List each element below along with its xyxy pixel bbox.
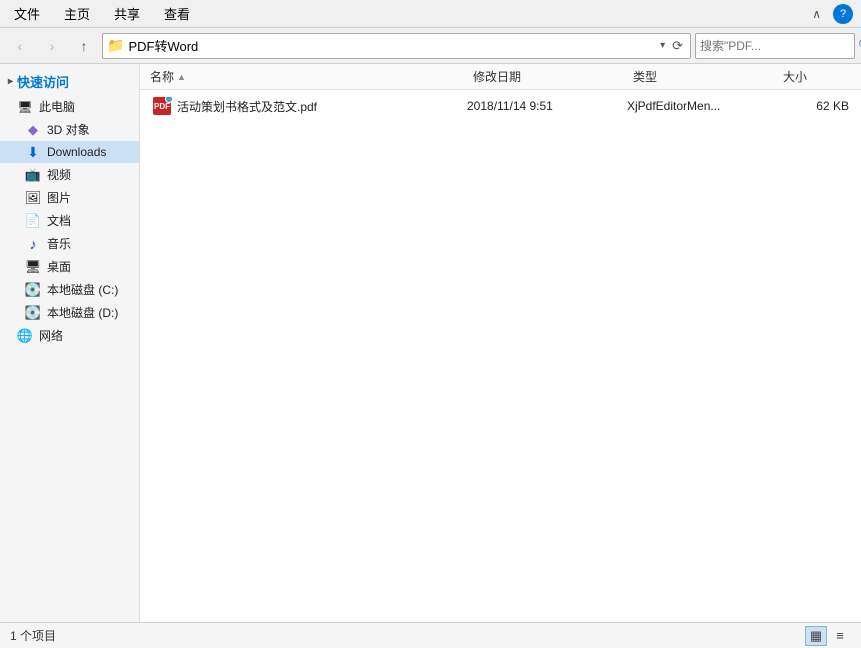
address-refresh-button[interactable]: ⟳: [669, 38, 686, 54]
file-size-cell: 62 KB: [777, 99, 857, 113]
column-headers: 名称 ▲ 修改日期 类型 大小: [140, 64, 861, 90]
file-name: 活动策划书格式及范文.pdf: [177, 98, 317, 115]
3d-icon: ◆: [24, 122, 42, 138]
file-date-cell: 2018/11/14 9:51: [467, 99, 627, 113]
col-header-type[interactable]: 类型: [627, 68, 777, 85]
quick-access-label: 快速访问: [17, 72, 69, 91]
menu-view[interactable]: 查看: [158, 2, 196, 25]
pictures-icon: 🖼: [24, 190, 42, 206]
sidebar-item-documents[interactable]: 📄 文档: [0, 209, 139, 232]
col-size-label: 大小: [783, 68, 807, 85]
music-icon: ♪: [24, 236, 42, 252]
address-dropdown-button[interactable]: ▾: [660, 40, 665, 51]
menu-bar: 文件 主页 共享 查看 ∧ ?: [0, 0, 861, 28]
sidebar-item-downloads[interactable]: ⬇ Downloads: [0, 141, 139, 163]
menu-file[interactable]: 文件: [8, 2, 46, 25]
sidebar-label-documents: 文档: [47, 212, 71, 229]
sort-arrow-name: ▲: [177, 72, 186, 82]
video-icon: 📺: [24, 167, 42, 183]
menu-home[interactable]: 主页: [58, 2, 96, 25]
sidebar-item-pictures[interactable]: 🖼 图片: [0, 186, 139, 209]
docs-icon: 📄: [24, 213, 42, 229]
address-input[interactable]: [128, 38, 656, 53]
sidebar-label-this-pc: 此电脑: [39, 98, 75, 115]
sidebar-item-videos[interactable]: 📺 视频: [0, 163, 139, 186]
address-bar[interactable]: 📁 ▾ ⟳: [102, 33, 691, 59]
desktop-icon: 🖥: [24, 259, 42, 275]
col-name-label: 名称: [150, 68, 174, 85]
col-header-size[interactable]: 大小: [777, 68, 857, 85]
forward-icon: ›: [50, 38, 55, 54]
sidebar-label-drive-d: 本地磁盘 (D:): [47, 304, 118, 321]
status-item-count: 1 个项目: [10, 627, 56, 644]
drive-c-icon: 💽: [24, 282, 42, 298]
view-detail-button[interactable]: ≡: [829, 626, 851, 646]
col-date-label: 修改日期: [473, 68, 521, 85]
downloads-icon: ⬇: [24, 144, 42, 160]
search-bar[interactable]: 🔍: [695, 33, 855, 59]
sidebar-item-drive-c[interactable]: 💽 本地磁盘 (C:): [0, 278, 139, 301]
pc-icon: 🖥: [16, 99, 34, 115]
file-date: 2018/11/14 9:51: [467, 99, 553, 113]
file-size: 62 KB: [816, 99, 849, 113]
view-buttons: ▦ ≡: [805, 626, 851, 646]
status-bar: 1 个项目 ▦ ≡: [0, 622, 861, 648]
sidebar-label-pictures: 图片: [47, 189, 71, 206]
sidebar-label-drive-c: 本地磁盘 (C:): [47, 281, 118, 298]
sidebar-item-this-pc[interactable]: 🖥 此电脑: [0, 95, 139, 118]
sidebar-label-desktop: 桌面: [47, 258, 71, 275]
col-header-name[interactable]: 名称 ▲: [144, 68, 467, 85]
sidebar-label-3d: 3D 对象: [47, 121, 90, 138]
table-row[interactable]: PDF 活动策划书格式及范文.pdf 2018/11/14 9:51 XjPdf…: [140, 92, 861, 120]
up-button[interactable]: ↑: [70, 32, 98, 60]
col-type-label: 类型: [633, 68, 657, 85]
toolbar: ‹ › ↑ 📁 ▾ ⟳ 🔍: [0, 28, 861, 64]
chevron-icon: ▸: [8, 76, 13, 87]
file-name-cell: PDF 活动策划书格式及范文.pdf: [144, 97, 467, 115]
view-list-button[interactable]: ▦: [805, 626, 827, 646]
view-list-icon: ▦: [810, 628, 822, 644]
search-input[interactable]: [700, 39, 855, 53]
menu-share[interactable]: 共享: [108, 2, 146, 25]
file-type: XjPdfEditorMen...: [627, 99, 720, 113]
sidebar-item-desktop[interactable]: 🖥 桌面: [0, 255, 139, 278]
file-area: 名称 ▲ 修改日期 类型 大小 PDF 活动策划书格式及范文.pdf: [140, 64, 861, 622]
back-icon: ‹: [18, 38, 23, 54]
col-header-date[interactable]: 修改日期: [467, 68, 627, 85]
file-type-cell: XjPdfEditorMen...: [627, 99, 777, 113]
forward-button[interactable]: ›: [38, 32, 66, 60]
drive-d-icon: 💽: [24, 305, 42, 321]
sidebar-item-drive-d[interactable]: 💽 本地磁盘 (D:): [0, 301, 139, 324]
file-list: PDF 活动策划书格式及范文.pdf 2018/11/14 9:51 XjPdf…: [140, 90, 861, 622]
pdf-file-icon: PDF: [152, 97, 172, 115]
sidebar-label-videos: 视频: [47, 166, 71, 183]
sidebar-label-network: 网络: [39, 327, 63, 344]
up-icon: ↑: [81, 38, 88, 54]
network-icon: 🌐: [16, 328, 34, 344]
user-avatar[interactable]: ?: [833, 4, 853, 24]
back-button[interactable]: ‹: [6, 32, 34, 60]
sidebar-item-music[interactable]: ♪ 音乐: [0, 232, 139, 255]
sidebar-label-music: 音乐: [47, 235, 71, 252]
sidebar-item-network[interactable]: 🌐 网络: [0, 324, 139, 347]
sidebar-label-downloads: Downloads: [47, 145, 106, 159]
view-detail-icon: ≡: [836, 628, 844, 643]
ribbon-toggle[interactable]: ∧: [812, 7, 821, 21]
sidebar-quick-access[interactable]: ▸ 快速访问: [0, 68, 139, 95]
sidebar-item-3d-objects[interactable]: ◆ 3D 对象: [0, 118, 139, 141]
sidebar: ▸ 快速访问 🖥 此电脑 ◆ 3D 对象 ⬇ Downloads 📺 视频 🖼 …: [0, 64, 140, 622]
folder-icon: 📁: [107, 37, 124, 54]
main-area: ▸ 快速访问 🖥 此电脑 ◆ 3D 对象 ⬇ Downloads 📺 视频 🖼 …: [0, 64, 861, 622]
